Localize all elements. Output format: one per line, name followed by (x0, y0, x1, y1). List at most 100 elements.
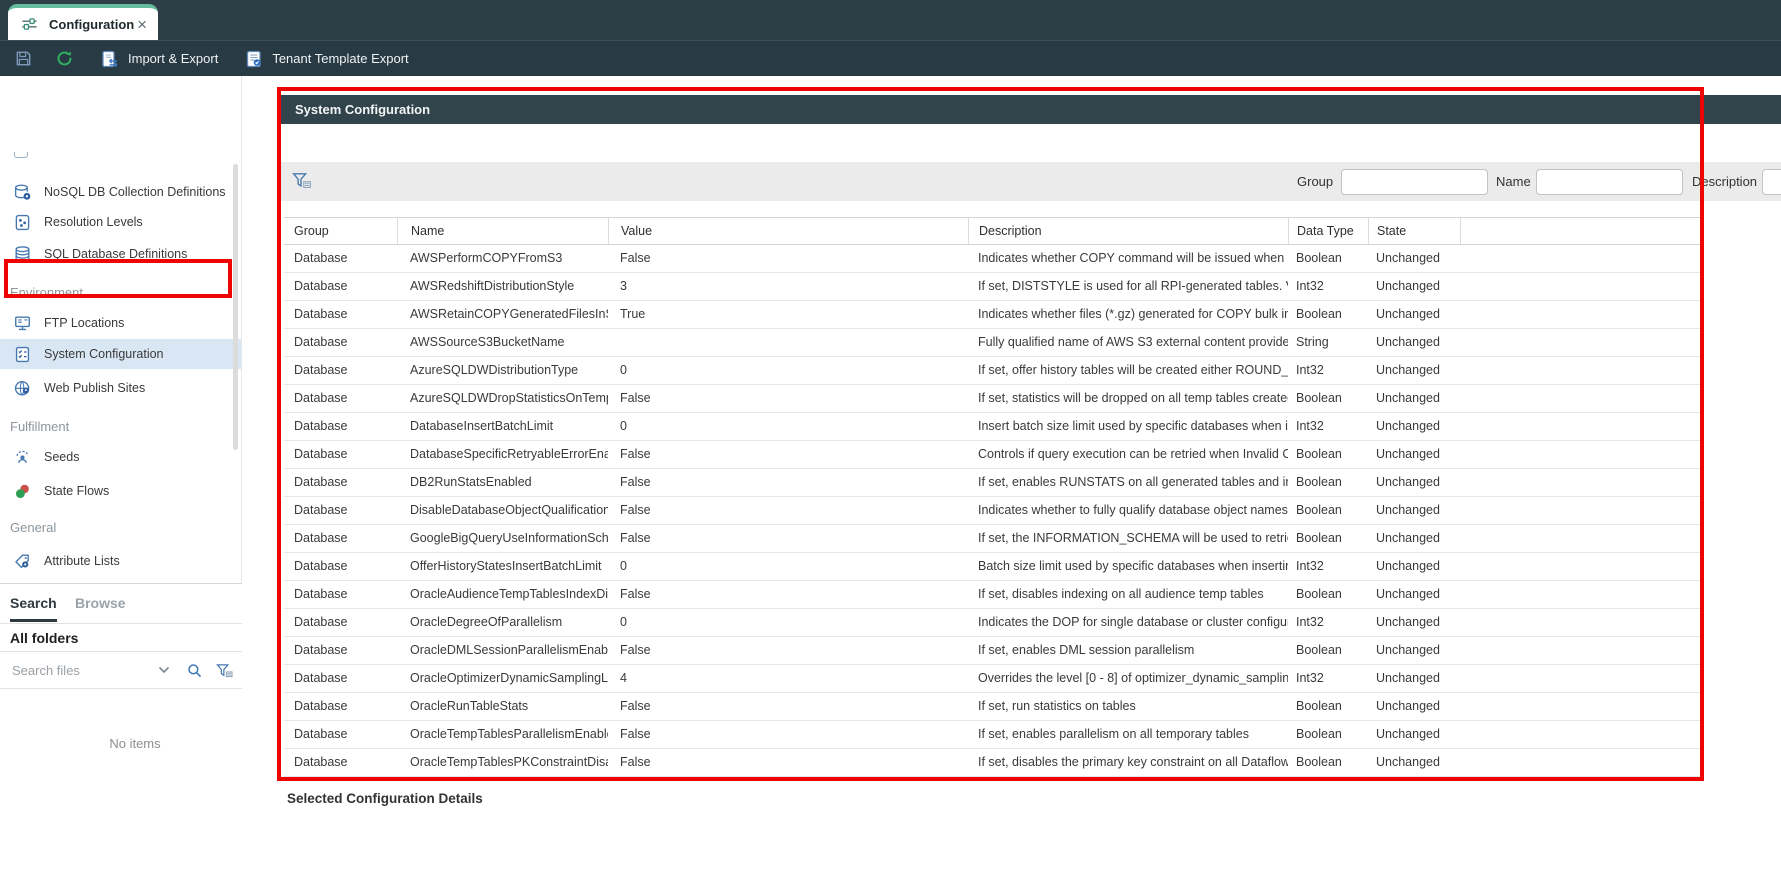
table-row[interactable]: Database AWSSourceS3BucketName Fully qua… (284, 329, 1704, 357)
cell-group: Database (284, 581, 397, 608)
column-header-description[interactable]: Description (968, 218, 1288, 244)
cell-state: Unchanged (1368, 609, 1460, 636)
cell-data-type: Boolean (1288, 245, 1368, 272)
cell-state: Unchanged (1368, 301, 1460, 328)
cell-name: OracleOptimizerDynamicSamplingLevel (397, 665, 608, 692)
sidebar-item-ftp-locations[interactable]: FTP Locations (0, 308, 242, 338)
empty-state-text: No items (0, 736, 270, 751)
sidebar-item-label: Seeds (44, 450, 79, 464)
table-row[interactable]: Database GoogleBigQueryUseInformationSch… (284, 525, 1704, 553)
name-filter-label: Name (1496, 162, 1531, 201)
sidebar-item-web-publish-sites[interactable]: Web Publish Sites (0, 373, 242, 403)
sidebar-item-nosql-db-collection-definitions[interactable]: NoSQL DB Collection Definitions (0, 177, 242, 207)
cell-value: False (608, 441, 968, 468)
sidebar-section-fulfillment: Fulfillment (10, 415, 69, 439)
attribute-lists-icon (13, 552, 32, 571)
filter-icon[interactable] (291, 171, 312, 190)
cell-group: Database (284, 385, 397, 412)
import-export-button[interactable]: Import & Export (100, 41, 218, 77)
table-row[interactable]: Database OracleDMLSessionParallelismEnab… (284, 637, 1704, 665)
table-row[interactable]: Database OracleAudienceTempTablesIndexDi… (284, 581, 1704, 609)
cell-data-type: Boolean (1288, 469, 1368, 496)
cell-data-type: Int32 (1288, 665, 1368, 692)
sidebar-item-system-configuration[interactable]: System Configuration (0, 339, 242, 369)
sidebar-item-attribute-lists[interactable]: Attribute Lists (0, 546, 242, 576)
table-row[interactable]: Database AzureSQLDWDistributionType 0 If… (284, 357, 1704, 385)
cell-state: Unchanged (1368, 525, 1460, 552)
column-header-name[interactable]: Name (397, 218, 608, 244)
folders-row[interactable]: All folders (0, 623, 270, 652)
cell-state: Unchanged (1368, 497, 1460, 524)
cell-data-type: Boolean (1288, 497, 1368, 524)
config-table-body: Database AWSPerformCOPYFromS3 False Indi… (284, 245, 1704, 777)
refresh-button[interactable] (55, 41, 74, 77)
sidebar-item-resolution-levels[interactable]: Resolution Levels (0, 207, 242, 237)
details-heading: Selected Configuration Details (287, 791, 483, 806)
cell-state: Unchanged (1368, 441, 1460, 468)
cell-group: Database (284, 553, 397, 580)
tenant-template-export-button[interactable]: Tenant Template Export (244, 41, 408, 77)
sidebar-item-label: Web Publish Sites (44, 381, 145, 395)
sidebar-item-label: State Flows (44, 484, 109, 498)
cell-description: Indicates whether to fully qualify datab… (968, 497, 1288, 524)
description-filter-input[interactable] (1762, 169, 1781, 195)
cell-group: Database (284, 609, 397, 636)
save-icon (14, 49, 33, 68)
tab-browse[interactable]: Browse (75, 585, 126, 622)
cell-data-type: Boolean (1288, 637, 1368, 664)
tab-search[interactable]: Search (10, 585, 57, 622)
sidebar-item-sql-database-definitions[interactable]: SQL Database Definitions (0, 239, 242, 269)
column-header-data-type[interactable]: Data Type (1288, 218, 1368, 244)
sidebar-item-label: NoSQL DB Collection Definitions (44, 185, 226, 199)
cell-name: AzureSQLDWDropStatisticsOnTempTables (397, 385, 608, 412)
table-row[interactable]: Database OracleTempTablesParallelismEnab… (284, 721, 1704, 749)
cell-data-type: Boolean (1288, 301, 1368, 328)
table-row[interactable]: Database OracleDegreeOfParallelism 0 Ind… (284, 609, 1704, 637)
web-publish-icon (13, 379, 32, 398)
table-row[interactable]: Database AWSPerformCOPYFromS3 False Indi… (284, 245, 1704, 273)
cell-description: If set, DISTSTYLE is used for all RPI-ge… (968, 273, 1288, 300)
table-row[interactable]: Database AWSRedshiftDistributionStyle 3 … (284, 273, 1704, 301)
tab-label: Configuration (49, 17, 134, 32)
clipped-item-fragment (14, 152, 28, 158)
save-button[interactable] (14, 41, 33, 77)
cell-description: If set, offer history tables will be cre… (968, 357, 1288, 384)
column-header-state[interactable]: State (1368, 218, 1460, 244)
group-filter-input[interactable] (1341, 169, 1488, 195)
column-header-value[interactable]: Value (608, 218, 968, 244)
cell-state: Unchanged (1368, 469, 1460, 496)
column-header-group[interactable]: Group (284, 218, 397, 244)
cell-description: Overrides the level [0 - 8] of optimizer… (968, 665, 1288, 692)
table-row[interactable]: Database AzureSQLDWDropStatisticsOnTempT… (284, 385, 1704, 413)
main-content: System Configuration Group Name Descript… (242, 76, 1781, 876)
table-row[interactable]: Database DatabaseSpecificRetryableErrorE… (284, 441, 1704, 469)
cell-state: Unchanged (1368, 413, 1460, 440)
sidebar-scrollbar[interactable] (233, 164, 238, 450)
search-files-input[interactable] (10, 662, 150, 679)
close-icon[interactable]: × (137, 16, 147, 33)
table-row[interactable]: Database DatabaseInsertBatchLimit 0 Inse… (284, 413, 1704, 441)
sidebar-section-general: General (10, 516, 56, 540)
table-row[interactable]: Database OracleTempTablesPKConstraintDis… (284, 749, 1704, 777)
cell-description: Batch size limit used by specific databa… (968, 553, 1288, 580)
cell-data-type: Boolean (1288, 525, 1368, 552)
table-row[interactable]: Database AWSRetainCOPYGeneratedFilesInS3… (284, 301, 1704, 329)
table-row[interactable]: Database OracleRunTableStats False If se… (284, 693, 1704, 721)
table-row[interactable]: Database OracleOptimizerDynamicSamplingL… (284, 665, 1704, 693)
table-row[interactable]: Database DB2RunStatsEnabled False If set… (284, 469, 1704, 497)
cell-name: OracleAudienceTempTablesIndexDisabled (397, 581, 608, 608)
configuration-screen: Configuration × (0, 0, 1781, 876)
search-icon[interactable] (186, 662, 203, 679)
sidebar-item-state-flows[interactable]: State Flows (0, 476, 242, 506)
table-row[interactable]: Database DisableDatabaseObjectQualificat… (284, 497, 1704, 525)
cell-group: Database (284, 497, 397, 524)
cell-name: AWSRetainCOPYGeneratedFilesInS3 (397, 301, 608, 328)
cell-value: False (608, 637, 968, 664)
filter-icon[interactable] (215, 662, 234, 679)
cell-state: Unchanged (1368, 721, 1460, 748)
sidebar-item-seeds[interactable]: Seeds (0, 442, 242, 472)
tab-configuration[interactable]: Configuration × (8, 4, 158, 40)
table-row[interactable]: Database OfferHistoryStatesInsertBatchLi… (284, 553, 1704, 581)
chevron-down-icon[interactable] (158, 666, 170, 674)
name-filter-input[interactable] (1536, 169, 1683, 195)
